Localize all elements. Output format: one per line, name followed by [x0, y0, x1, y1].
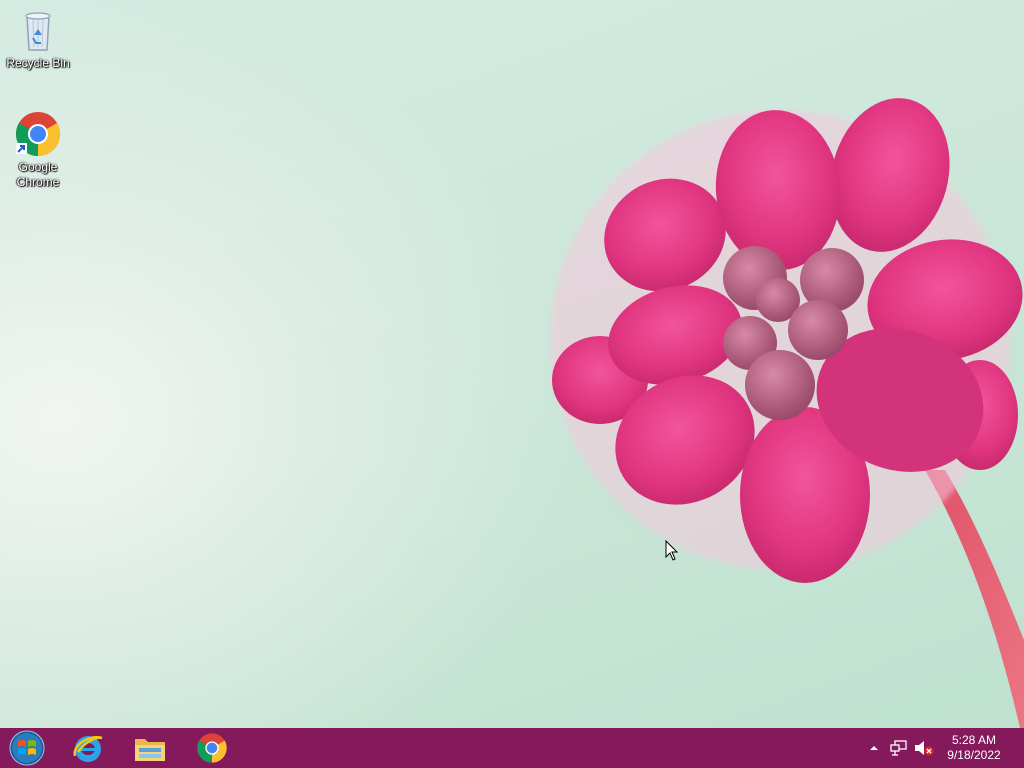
- mouse-cursor-icon: [665, 540, 679, 561]
- chrome-taskbar-button[interactable]: [186, 728, 238, 768]
- desktop[interactable]: Recycle Bin Google Chrome: [0, 0, 1024, 728]
- chrome-shortcut-label: Google Chrome: [16, 160, 60, 189]
- clock-time: 5:28 AM: [951, 733, 997, 747]
- start-orb-icon: [9, 730, 45, 766]
- file-explorer-icon: [135, 739, 165, 761]
- wallpaper-flower: [550, 98, 1024, 728]
- internet-explorer-icon: [73, 735, 103, 762]
- volume-muted-icon[interactable]: [914, 740, 934, 756]
- taskbar: 5:28 AM 9/18/2022: [0, 728, 1024, 768]
- recycle-bin-icon: [25, 12, 51, 51]
- recycle-bin-desktop-icon[interactable]: Recycle Bin: [0, 6, 76, 71]
- start-button[interactable]: [0, 728, 54, 768]
- clock-date: 9/18/2022: [947, 748, 1001, 762]
- chrome-desktop-shortcut[interactable]: Google Chrome: [0, 110, 76, 190]
- show-desktop-button[interactable]: [1014, 728, 1024, 768]
- internet-explorer-taskbar-button[interactable]: [62, 728, 114, 768]
- recycle-bin-label: Recycle Bin: [6, 56, 70, 70]
- network-icon[interactable]: [890, 740, 908, 756]
- chrome-icon: [16, 112, 60, 156]
- chrome-icon: [197, 733, 227, 763]
- file-explorer-taskbar-button[interactable]: [124, 728, 176, 768]
- taskbar-clock[interactable]: 5:28 AM 9/18/2022: [940, 733, 1008, 765]
- show-hidden-icons-arrow[interactable]: [868, 742, 880, 754]
